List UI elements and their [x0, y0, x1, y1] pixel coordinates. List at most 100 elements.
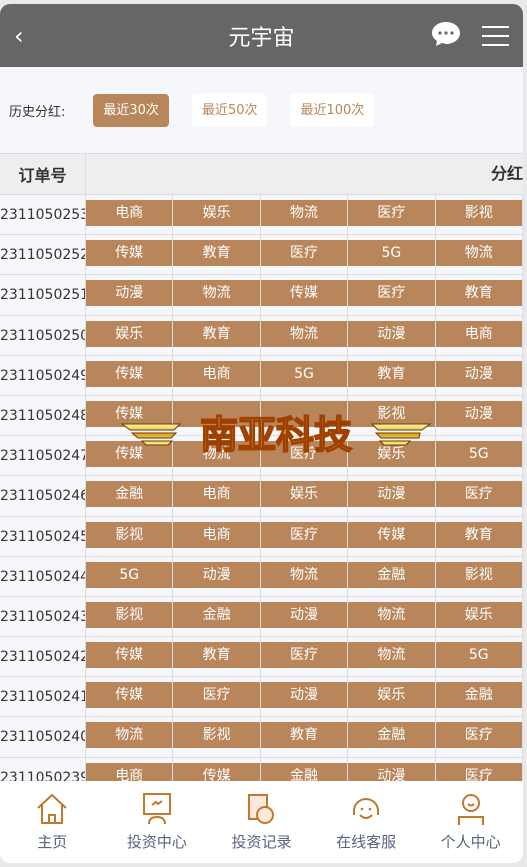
category-tag: 动漫: [173, 561, 260, 588]
category-tag: 教育: [260, 722, 348, 749]
tab-label: 投资记录: [231, 833, 292, 851]
category-tag: 传媒: [86, 682, 173, 709]
dividend-cell: 5G: [86, 556, 174, 596]
app: ‹ 元宇宙 历史分红: 最近30次 最近50次 最近100次 订单号 分红 23…: [0, 4, 523, 863]
dividend-cell: 娱乐: [173, 195, 261, 235]
category-tag: 动漫: [435, 400, 522, 427]
dividend-cell: 金融: [435, 677, 523, 717]
dividend-cell: 医疗: [173, 677, 261, 717]
category-tag: 娱乐: [173, 200, 260, 226]
dividend-cell: 物流: [260, 315, 349, 355]
dividend-cell: 动漫: [260, 677, 349, 717]
table-row: 2311050241 传媒 医疗 动漫 娱乐 金融: [0, 677, 523, 718]
tab-label: 在线客服: [336, 833, 397, 851]
dividend-cell: 电商: [173, 516, 261, 556]
category-tag: 动漫: [348, 481, 435, 508]
dividend-cell: 金融: [173, 596, 261, 637]
category-tag: 物流: [348, 642, 435, 669]
order-id: 2311050245: [0, 516, 86, 556]
dividend-cell: 娱乐: [348, 677, 436, 717]
category-tag: 电商: [86, 200, 173, 226]
dividend-cell: 电商: [435, 315, 523, 355]
dividend-cell: 物流: [435, 235, 523, 275]
table-header: 订单号 分红: [0, 153, 523, 195]
chevron-left-icon[interactable]: ‹: [14, 22, 24, 50]
category-tag: 传媒: [86, 642, 173, 669]
tab-records[interactable]: 投资记录: [209, 781, 314, 863]
dividend-cell: 动漫: [435, 395, 523, 436]
dividend-cell: 教育: [260, 717, 349, 757]
order-id: 2311050247: [0, 436, 86, 476]
category-tag: 医疗: [260, 240, 348, 267]
dividend-cell: 教育: [435, 275, 523, 315]
order-id: 2311050240: [0, 717, 86, 757]
dividend-cell: 教育: [348, 355, 436, 395]
category-tag: 物流: [260, 320, 348, 347]
table-row: 2311050246 金融 电商 娱乐 动漫 医疗: [0, 476, 523, 517]
history-filter: 历史分红: 最近30次 最近50次 最近100次: [0, 67, 523, 153]
category-tag: 金融: [348, 561, 435, 588]
category-tag: 传媒: [348, 521, 435, 548]
dividend-cell: 医疗: [348, 195, 436, 235]
category-tag: 5G: [86, 561, 173, 588]
category-tag: 动漫: [260, 601, 348, 628]
chat-bubble-icon[interactable]: [431, 21, 461, 47]
tab-home[interactable]: 主页: [0, 781, 105, 863]
filter-30[interactable]: 最近30次: [93, 93, 169, 127]
category-tag: 医疗: [435, 481, 522, 508]
dividend-cell: 5G: [260, 355, 349, 395]
category-tag: 金融: [173, 601, 260, 628]
order-id: 2311050253: [0, 195, 86, 235]
header: ‹ 元宇宙: [0, 4, 523, 67]
table-row: 2311050251 动漫 物流 传媒 医疗 教育: [0, 275, 523, 316]
category-tag: 物流: [173, 280, 260, 307]
table-row: 2311050245 影视 电商 医疗 传媒 教育: [0, 516, 523, 557]
order-id: 2311050250: [0, 315, 86, 355]
dividend-cell: 物流: [260, 195, 349, 235]
home-icon: [37, 793, 67, 824]
category-tag: 动漫: [348, 320, 435, 347]
dividend-cell: 传媒: [348, 516, 436, 556]
category-tag: 娱乐: [348, 682, 435, 709]
category-tag: 医疗: [435, 722, 522, 749]
dividend-cell: 电商: [173, 355, 261, 395]
dividend-cell: 教育: [435, 516, 523, 556]
dividend-cell: 娱乐: [86, 315, 174, 355]
dividend-cell: 医疗: [348, 275, 436, 315]
order-id: 2311050248: [0, 395, 86, 436]
hamburger-menu-icon[interactable]: [482, 26, 509, 46]
category-tag: 医疗: [173, 682, 260, 709]
dividend-cell: 医疗: [435, 476, 523, 516]
table-row: 2311050252 传媒 教育 医疗 5G 物流: [0, 235, 523, 276]
filter-50[interactable]: 最近50次: [191, 93, 268, 127]
category-tag: 传媒: [260, 280, 348, 307]
tab-user[interactable]: 个人中心: [418, 781, 523, 863]
dividend-cell: 电商: [86, 195, 174, 235]
dividend-cell: 动漫: [348, 315, 436, 355]
category-tag: 影视: [86, 601, 173, 628]
table-row: 2311050240 物流 影视 教育 金融 医疗: [0, 717, 523, 758]
watermark-logo: 南亚科技: [120, 412, 432, 456]
category-tag: 传媒: [86, 240, 173, 267]
category-tag: 物流: [348, 601, 435, 628]
category-tag: 电商: [173, 360, 260, 387]
category-tag: 教育: [435, 521, 522, 548]
category-tag: 5G: [435, 441, 522, 468]
dividend-cell: 传媒: [86, 637, 174, 677]
category-tag: 医疗: [260, 521, 348, 548]
filter-100[interactable]: 最近100次: [290, 93, 375, 127]
category-tag: 5G: [348, 240, 435, 267]
category-tag: 动漫: [260, 682, 348, 709]
dividend-cell: 娱乐: [435, 596, 523, 637]
dividend-cell: 物流: [86, 717, 174, 757]
table-row: 2311050244 5G 动漫 物流 金融 影视: [0, 556, 523, 597]
records-icon: [248, 794, 275, 824]
tab-monitor-chart[interactable]: 投资中心: [105, 781, 210, 863]
dividend-cell: 动漫: [86, 275, 174, 315]
user-icon: [457, 794, 484, 825]
tab-headset[interactable]: 在线客服: [314, 781, 419, 863]
order-id: 2311050251: [0, 275, 86, 315]
dividend-cell: 医疗: [260, 516, 349, 556]
category-tag: 电商: [173, 521, 260, 548]
order-id: 2311050243: [0, 596, 86, 637]
